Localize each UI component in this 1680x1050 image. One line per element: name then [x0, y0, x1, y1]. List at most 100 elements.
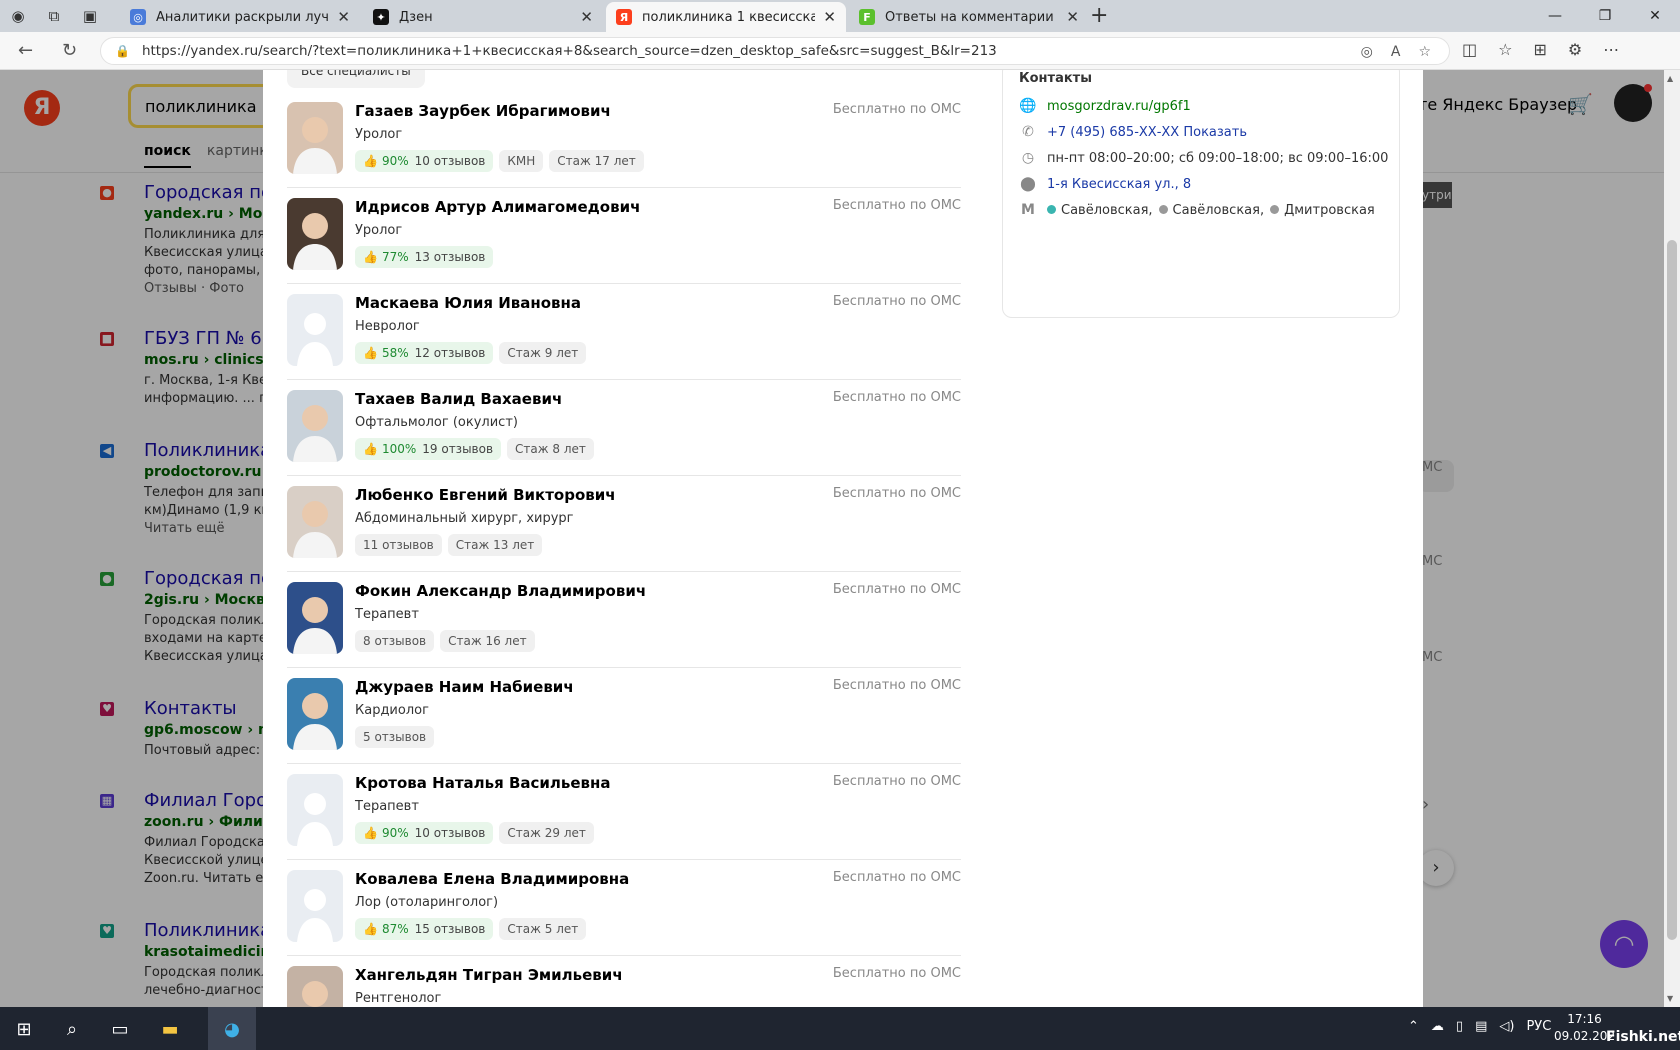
- doctor-photo-placeholder[interactable]: [287, 294, 343, 366]
- favorite-star-icon[interactable]: ☆: [1418, 44, 1431, 60]
- url-field[interactable]: 🔒 https://yandex.ru/search/?text=поликли…: [100, 37, 1450, 65]
- rating-badge[interactable]: 👍 90% 10 отзывов: [355, 822, 494, 844]
- doctor-name[interactable]: Маскаева Юлия Ивановна: [355, 294, 581, 312]
- collections-icon[interactable]: ⊞: [1533, 40, 1546, 59]
- doctor-photo[interactable]: [287, 390, 343, 462]
- search-icon[interactable]: ⌕: [58, 1015, 86, 1043]
- oms-label: Бесплатно по ОМС: [832, 966, 961, 981]
- file-explorer-icon[interactable]: ▬: [156, 1015, 184, 1043]
- doctor-name[interactable]: Джураев Наим Набиевич: [355, 678, 574, 696]
- lock-icon[interactable]: 🔒: [115, 44, 130, 58]
- all-specialists-chip[interactable]: Все специалисты: [287, 70, 425, 88]
- rating-badge[interactable]: 👍 87% 15 отзывов: [355, 918, 494, 940]
- location-icon[interactable]: ◎: [1361, 44, 1373, 60]
- doctor-name[interactable]: Тахаев Валид Вахаевич: [355, 390, 562, 408]
- volume-icon[interactable]: ◁): [1499, 1019, 1514, 1034]
- doctor-name[interactable]: Идрисов Артур Алимагомедович: [355, 198, 640, 216]
- tab-close-icon[interactable]: ✕: [337, 8, 350, 26]
- doctor-photo[interactable]: [287, 966, 343, 1007]
- doctor-name[interactable]: Любенко Евгений Викторович: [355, 486, 616, 504]
- more-menu-icon[interactable]: ⋯: [1603, 40, 1619, 59]
- rating-badge[interactable]: 👍 90% 10 отзывов: [355, 150, 494, 172]
- browser-tab[interactable]: ✦ Дзен ✕: [363, 2, 603, 32]
- reload-button[interactable]: ↻: [62, 40, 77, 61]
- favorites-icon[interactable]: ☆: [1498, 40, 1512, 59]
- language-indicator[interactable]: РУС: [1526, 1019, 1551, 1034]
- browser-tabbar: ◉ ⧉ ▣ ◎ Аналитики раскрыли лучшую а ✕ ✦ Дзен…: [0, 0, 1680, 32]
- read-aloud-icon[interactable]: A: [1391, 44, 1401, 60]
- doctor-photo[interactable]: [287, 486, 343, 558]
- browser-tab[interactable]: Яполиклиника 1 квесисская 8 — ✕: [606, 2, 846, 32]
- doctor-card[interactable]: Кротова Наталья Васильевна Терапевт 👍 90% 10…: [287, 764, 961, 860]
- doctor-card[interactable]: Джураев Наим Набиевич Кардиолог 5 отзывов Б…: [287, 668, 961, 764]
- url-actions: ◎ A ☆: [1361, 38, 1431, 66]
- doctor-card[interactable]: Тахаев Валид Вахаевич Офтальмолог (окулис…: [287, 380, 961, 476]
- network-icon[interactable]: ▤: [1475, 1019, 1487, 1034]
- tab-actions-icon[interactable]: ▣: [72, 7, 108, 25]
- browser-tab[interactable]: ◎ Аналитики раскрыли лучшую а ✕: [120, 2, 360, 32]
- browser-tab[interactable]: F Ответы на комментарии ЦСКА ✕: [849, 2, 1089, 32]
- reviews-badge[interactable]: 11 отзывов: [355, 534, 442, 556]
- scroll-up-arrow[interactable]: ▲: [1667, 74, 1673, 83]
- scrollbar-thumb[interactable]: [1667, 240, 1677, 940]
- doctor-badges: 8 отзывов Стаж 16 лет: [355, 630, 535, 652]
- task-view-icon[interactable]: ▭: [106, 1015, 134, 1043]
- contacts-card: Контакты 🌐 mosgorzdrav.ru/gp6f1 ✆ +7 (49…: [1002, 70, 1400, 318]
- workspaces-icon[interactable]: ⧉: [36, 7, 72, 25]
- doctor-name[interactable]: Хангельдян Тигран Эмильевич: [355, 966, 623, 984]
- minimize-button[interactable]: —: [1530, 0, 1580, 32]
- tab-title: Ответы на комментарии ЦСКА: [885, 9, 1058, 25]
- page-scrollbar[interactable]: ▲ ▼: [1664, 70, 1680, 1007]
- doctor-card[interactable]: Хангельдян Тигран Эмильевич Рентгенолог Бе…: [287, 956, 961, 1007]
- maximize-button[interactable]: ❐: [1580, 0, 1630, 32]
- person-silhouette-icon: [293, 213, 337, 270]
- url-text[interactable]: https://yandex.ru/search/?text=поликлини…: [142, 43, 997, 59]
- split-screen-icon[interactable]: ◫: [1462, 40, 1477, 59]
- tab-close-icon[interactable]: ✕: [1066, 8, 1079, 26]
- profile-avatar-icon[interactable]: ◉: [0, 7, 36, 25]
- doctor-badges: 11 отзывов Стаж 13 лет: [355, 534, 543, 556]
- browser-toolbar: ◫ ☆ ⊞ ⚙ ⋯: [1462, 40, 1619, 59]
- doctor-photo[interactable]: [287, 582, 343, 654]
- doctor-photo-placeholder[interactable]: [287, 774, 343, 846]
- doctor-card[interactable]: Идрисов Артур Алимагомедович Уролог 👍 77% 13…: [287, 188, 961, 284]
- extensions-icon[interactable]: ⚙: [1568, 40, 1582, 59]
- back-button[interactable]: ←: [18, 40, 33, 61]
- onedrive-icon[interactable]: ☁: [1431, 1019, 1444, 1034]
- oms-label: Бесплатно по ОМС: [832, 102, 961, 117]
- doctor-card[interactable]: Ковалева Елена Владимировна Лор (отоларин…: [287, 860, 961, 956]
- doctor-photo[interactable]: [287, 198, 343, 270]
- dzen-favicon-icon: ✦: [373, 9, 389, 25]
- reviews-badge[interactable]: 8 отзывов: [355, 630, 435, 652]
- doctor-name[interactable]: Ковалева Елена Владимировна: [355, 870, 629, 888]
- windows-start-icon[interactable]: ⊞: [10, 1015, 38, 1043]
- doctor-card[interactable]: Маскаева Юлия Ивановна Невролог 👍 58% 12 отз…: [287, 284, 961, 380]
- reviews-badge[interactable]: 5 отзывов: [355, 726, 435, 748]
- doctor-photo-placeholder[interactable]: [287, 870, 343, 942]
- rating-badge[interactable]: 👍 58% 12 отзывов: [355, 342, 494, 364]
- doctor-name[interactable]: Газаев Заурбек Ибрагимович: [355, 102, 611, 120]
- rating-badge[interactable]: 👍 77% 13 отзывов: [355, 246, 494, 268]
- rating-badge[interactable]: 👍 100% 19 отзывов: [355, 438, 502, 460]
- phone-show-link[interactable]: +7 (495) 685-ХХ-ХХ Показать: [1047, 125, 1247, 140]
- site-link[interactable]: mosgorzdrav.ru/gp6f1: [1047, 99, 1191, 114]
- doctor-card[interactable]: Любенко Евгений Викторович Абдоминальный …: [287, 476, 961, 572]
- address-link[interactable]: 1-я Квесисская ул., 8: [1047, 177, 1191, 192]
- reviews-count: 10 отзывов: [414, 826, 486, 840]
- new-tab-button[interactable]: +: [1090, 3, 1108, 28]
- edge-browser-icon[interactable]: ◕: [218, 1015, 246, 1043]
- doctor-photo[interactable]: [287, 102, 343, 174]
- clinic-doctors-modal: Все специалисты Газаев Заурбек Ибрагимов…: [263, 70, 1423, 1007]
- tab-close-icon[interactable]: ✕: [580, 8, 593, 26]
- chevron-up-icon[interactable]: ⌃: [1408, 1019, 1419, 1034]
- doctor-card[interactable]: Газаев Заурбек Ибрагимович Уролог 👍 90% 10 о…: [287, 92, 961, 188]
- doctor-name[interactable]: Кротова Наталья Васильевна: [355, 774, 611, 792]
- scroll-down-arrow[interactable]: ▼: [1667, 994, 1673, 1003]
- device-icon[interactable]: ▯: [1456, 1019, 1463, 1034]
- rating-percent: 90%: [381, 826, 409, 840]
- doctor-name[interactable]: Фокин Александр Владимирович: [355, 582, 646, 600]
- doctor-photo[interactable]: [287, 678, 343, 750]
- tab-close-icon[interactable]: ✕: [823, 8, 836, 26]
- doctor-card[interactable]: Фокин Александр Владимирович Терапевт 8 от…: [287, 572, 961, 668]
- close-window-button[interactable]: ✕: [1630, 0, 1680, 32]
